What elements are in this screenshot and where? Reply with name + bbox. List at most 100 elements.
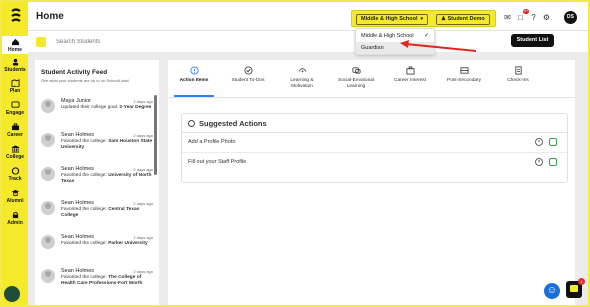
tab-learning-motivation[interactable]: Learning & Motivation bbox=[280, 66, 324, 89]
avatar bbox=[41, 201, 55, 215]
suggested-action-label: Add a Profile Photo bbox=[188, 139, 236, 145]
nav-home[interactable]: Home bbox=[2, 36, 28, 54]
nav-track[interactable]: Track bbox=[2, 167, 28, 182]
tab-career-interest[interactable]: Career Interest bbox=[388, 66, 432, 84]
admin-icon bbox=[12, 211, 18, 219]
feed-item-name: Sean Holmes bbox=[61, 166, 95, 172]
feed-scrollbar[interactable] bbox=[154, 95, 157, 175]
feed-subtitle: See what your students are up to on Scho… bbox=[41, 78, 130, 83]
page-title: Home bbox=[36, 11, 64, 22]
app-logo-icon[interactable] bbox=[8, 8, 24, 24]
tab-action-items[interactable]: Action Items bbox=[172, 66, 216, 84]
dropdown-option-label: Guardian bbox=[361, 45, 384, 51]
nav-career[interactable]: Career bbox=[2, 123, 28, 138]
gear-icon[interactable]: ⚙ bbox=[541, 12, 552, 23]
feed-item-name: Sean Holmes bbox=[61, 200, 95, 206]
plan-icon bbox=[11, 79, 19, 87]
check-circle-icon bbox=[243, 66, 253, 75]
college-icon bbox=[11, 145, 19, 153]
feed-item-action: Favorited the college: bbox=[61, 173, 107, 178]
nav-college[interactable]: College bbox=[2, 145, 28, 160]
complete-icon[interactable] bbox=[549, 158, 557, 166]
left-nav-rail: Home Students Plan Engage Career College… bbox=[2, 2, 28, 305]
feed-title: Student Activity Feed bbox=[41, 69, 108, 76]
notifications-icon[interactable]: □ 9+ bbox=[515, 9, 529, 23]
tab-label: Student To-Dos bbox=[231, 78, 265, 83]
dismiss-icon[interactable]: × bbox=[535, 158, 543, 166]
feed-item-text: Favorited the college: Central Texas Col… bbox=[61, 207, 153, 219]
feed-item-time: 2 days ago bbox=[133, 99, 153, 104]
nav-engage[interactable]: Engage bbox=[2, 101, 28, 116]
tab-label: Social-Emotional Learning bbox=[338, 78, 374, 89]
feed-item-action: Favorited the college: bbox=[61, 207, 107, 212]
feed-item[interactable]: Sean Holmes 2 days ago Favorited the col… bbox=[41, 268, 153, 302]
feed-item-action: Updated their college goal: bbox=[61, 105, 119, 110]
leaf-icon[interactable] bbox=[4, 286, 20, 302]
info-icon bbox=[188, 120, 195, 127]
feed-item-text: Favorited the college: University of Nor… bbox=[61, 173, 153, 185]
school-selector-dropdown[interactable]: Middle & High School ▾ bbox=[356, 14, 429, 25]
nav-students[interactable]: Students bbox=[2, 58, 28, 73]
track-icon bbox=[11, 167, 19, 175]
feed-item-detail: Parker University bbox=[108, 241, 148, 246]
avatar bbox=[41, 235, 55, 249]
career-icon bbox=[11, 123, 19, 131]
tab-student-to-dos[interactable]: Student To-Dos bbox=[226, 66, 270, 84]
feed-item[interactable]: Sean Holmes 2 days ago Favorited the col… bbox=[41, 166, 153, 200]
action-items-icon bbox=[189, 66, 199, 75]
mail-icon[interactable]: ✉ bbox=[502, 12, 513, 23]
header-controls-highlight: Middle & High School ▾ ♟ Student Demo bbox=[351, 10, 496, 27]
nav-plan-label: Plan bbox=[9, 88, 21, 94]
feed-item-text: Updated their college goal: 2-Year Degre… bbox=[61, 105, 153, 111]
suggested-action-row[interactable]: Fill out your Staff Profile × bbox=[182, 153, 567, 173]
school-selector-label: Middle & High School bbox=[361, 16, 418, 22]
feed-item-text: Favorited the college: Sam Houston State… bbox=[61, 139, 153, 151]
help-icon[interactable]: ? bbox=[528, 12, 539, 23]
nav-plan[interactable]: Plan bbox=[2, 79, 28, 94]
student-list-button[interactable]: Student List bbox=[511, 34, 554, 47]
feed-item-text: Favorited the college: The College of He… bbox=[61, 275, 153, 287]
engage-icon bbox=[11, 101, 19, 108]
search-bar bbox=[28, 30, 588, 52]
nav-admin-label: Admin bbox=[7, 220, 23, 226]
suggested-action-label: Fill out your Staff Profile bbox=[188, 159, 247, 165]
student-demo-label: Student Demo bbox=[447, 16, 485, 22]
suggested-actions-title: Suggested Actions bbox=[199, 119, 267, 128]
student-activity-feed: Student Activity Feed See what your stud… bbox=[35, 60, 159, 305]
feed-item[interactable]: Sean Holmes 2 days ago Favorited the col… bbox=[41, 132, 153, 166]
feed-item-name: Maya Junior bbox=[61, 98, 91, 104]
nav-admin[interactable]: Admin bbox=[2, 211, 28, 226]
tab-social-emotional-learning[interactable]: Social-Emotional Learning bbox=[334, 66, 378, 89]
suggested-action-row[interactable]: Add a Profile Photo × bbox=[182, 133, 567, 153]
complete-icon[interactable] bbox=[549, 138, 557, 146]
feed-item[interactable]: Sean Holmes 2 days ago Favorited the col… bbox=[41, 234, 153, 268]
nav-students-label: Students bbox=[4, 67, 26, 73]
feed-item-time: 2 days ago bbox=[133, 133, 153, 138]
chat-badge: 1 bbox=[578, 278, 585, 285]
students-icon bbox=[12, 58, 18, 66]
tab-post-secondary[interactable]: Post-Secondary bbox=[442, 66, 486, 84]
top-header: Home Middle & High School ▾ ♟ Student Dem… bbox=[28, 2, 588, 30]
feed-item-name: Sean Holmes bbox=[61, 132, 95, 138]
feed-item-action: Favorited the college: bbox=[61, 139, 107, 144]
tab-label: Post-Secondary bbox=[446, 78, 482, 83]
tab-check-ins[interactable]: Check-Ins bbox=[496, 66, 540, 84]
nav-home-label: Home bbox=[8, 47, 22, 53]
chevron-down-icon: ▾ bbox=[420, 16, 424, 22]
check-ins-icon bbox=[514, 66, 522, 75]
nav-career-label: Career bbox=[7, 132, 23, 138]
nav-alumni-label: Alumni bbox=[6, 198, 24, 204]
feed-item[interactable]: Maya Junior 2 days ago Updated their col… bbox=[41, 98, 153, 132]
student-demo-button[interactable]: ♟ Student Demo bbox=[436, 14, 490, 25]
nav-college-label: College bbox=[5, 154, 25, 160]
feed-item-action: Favorited the college: bbox=[61, 275, 107, 280]
nav-alumni[interactable]: Alumni bbox=[2, 189, 28, 204]
social-emotional-icon bbox=[351, 67, 361, 74]
nav-track-label: Track bbox=[8, 176, 22, 182]
avatar[interactable]: DS bbox=[564, 11, 577, 24]
feed-item[interactable]: Sean Holmes 2 days ago Favorited the col… bbox=[41, 200, 153, 234]
suggested-actions-card: Suggested Actions Add a Profile Photo × … bbox=[181, 113, 568, 183]
avatar bbox=[41, 167, 55, 181]
accessibility-icon[interactable]: ☺ bbox=[544, 283, 560, 299]
dismiss-icon[interactable]: × bbox=[535, 138, 543, 146]
